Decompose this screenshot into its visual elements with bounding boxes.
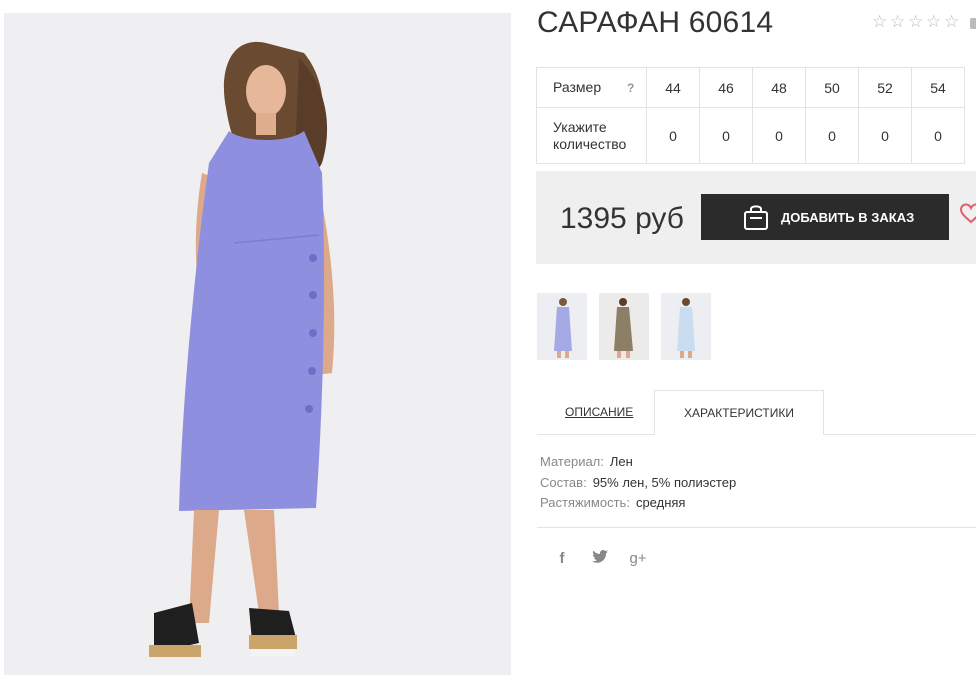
size-help-icon[interactable]: ? (627, 81, 634, 95)
compare-icon[interactable] (970, 18, 976, 29)
product-price: 1395 руб (560, 202, 684, 235)
tab-description[interactable]: ОПИСАНИЕ (565, 405, 633, 419)
thumbnail[interactable] (661, 293, 711, 360)
rating-stars[interactable]: ☆ ☆ ☆ ☆ ☆ (872, 14, 961, 31)
quantity-input[interactable]: 0 (805, 107, 859, 164)
spec-row: Материал: Лен (540, 452, 736, 473)
facebook-icon[interactable]: f (553, 550, 571, 567)
product-photo-illustration (4, 13, 511, 675)
quantity-input[interactable]: 0 (646, 107, 700, 164)
size-cell: 44 (646, 67, 700, 108)
quantity-input[interactable]: 0 (911, 107, 965, 164)
spec-row: Состав: 95% лен, 5% полиэстер (540, 473, 736, 494)
thumbnail[interactable] (537, 293, 587, 360)
spec-key: Растяжимость: (540, 495, 630, 510)
size-cell: 46 (699, 67, 753, 108)
size-label-cell: Размер ? (536, 67, 647, 108)
social-share: f g+ (553, 550, 647, 567)
characteristics-list: Материал: Лен Состав: 95% лен, 5% полиэсте… (540, 452, 736, 514)
thumbnail[interactable] (599, 293, 649, 360)
star-icon[interactable]: ☆ (926, 14, 943, 31)
twitter-icon[interactable] (591, 550, 609, 567)
size-cell: 54 (911, 67, 965, 108)
spec-key: Состав: (540, 474, 587, 490)
tab-characteristics[interactable]: ХАРАКТЕРИСТИКИ (654, 390, 824, 435)
size-cell: 48 (752, 67, 806, 108)
product-main-image[interactable] (4, 13, 511, 675)
shopping-bag-icon (743, 203, 769, 231)
star-icon[interactable]: ☆ (890, 14, 907, 31)
spec-value: Лен (609, 454, 633, 469)
size-label: Размер (553, 78, 602, 95)
star-icon[interactable]: ☆ (872, 14, 889, 31)
heart-icon[interactable] (959, 203, 976, 230)
size-cell: 52 (858, 67, 912, 108)
spec-value: 95% лен, 5% полиэстер (592, 474, 737, 490)
spec-row: Растяжимость: средняя (540, 493, 736, 514)
add-to-order-label: ДОБАВИТЬ В ЗАКАЗ (781, 209, 915, 225)
purchase-panel: 1395 руб ДОБАВИТЬ В ЗАКАЗ (536, 171, 976, 264)
quantity-input[interactable]: 0 (752, 107, 806, 164)
product-title: САРАФАН 60614 (537, 6, 774, 39)
add-to-order-button[interactable]: ДОБАВИТЬ В ЗАКАЗ (701, 194, 949, 240)
star-icon[interactable]: ☆ (944, 14, 961, 31)
spec-key: Материал: (540, 454, 604, 469)
quantity-input[interactable]: 0 (699, 107, 753, 164)
section-divider (537, 527, 976, 528)
google-plus-icon[interactable]: g+ (629, 550, 647, 567)
thumbnail-gallery (537, 293, 711, 360)
size-cell: 50 (805, 67, 859, 108)
quantity-label: Укажите количество (536, 107, 647, 164)
star-icon[interactable]: ☆ (908, 14, 925, 31)
product-tabs: ОПИСАНИЕ ХАРАКТЕРИСТИКИ (537, 390, 976, 435)
spec-value: средняя (635, 495, 686, 510)
quantity-input[interactable]: 0 (858, 107, 912, 164)
size-quantity-table: Размер ? 44 46 48 50 52 54 Укажите колич… (536, 67, 965, 164)
